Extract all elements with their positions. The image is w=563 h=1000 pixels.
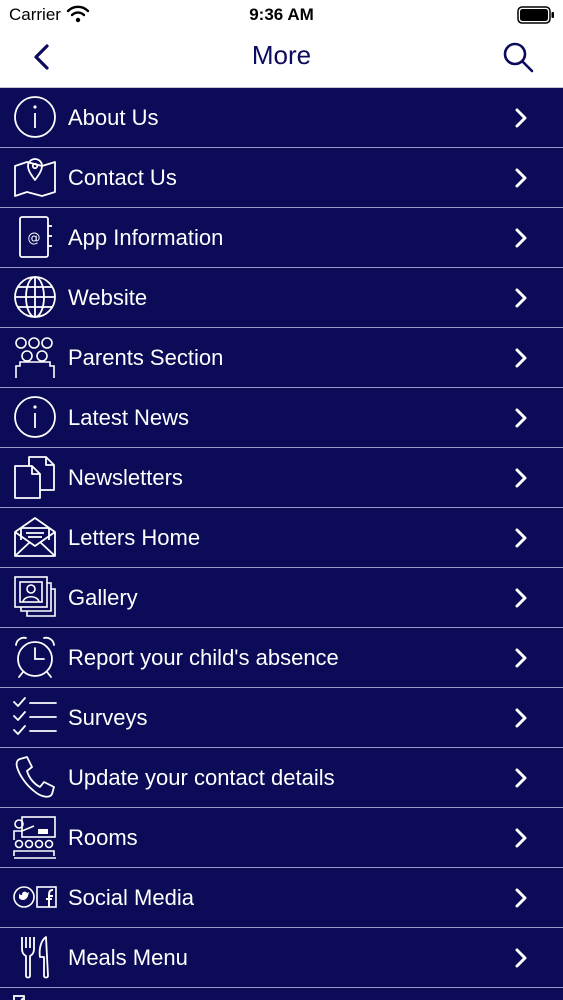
menu-item-parents-section[interactable]: Parents Section <box>0 328 563 388</box>
chevron-right-icon <box>513 827 529 849</box>
classroom-icon <box>12 814 58 860</box>
menu-item-label: Letters Home <box>68 525 201 550</box>
menu-item-about-us[interactable]: About Us <box>0 88 563 148</box>
chevron-right-icon <box>513 407 529 429</box>
menu-item-label: Parents Section <box>68 345 224 370</box>
menu-item-label: Rooms <box>68 825 138 850</box>
menu-item-label: Latest News <box>68 405 190 430</box>
checklist-icon <box>12 994 58 1000</box>
chevron-right-icon <box>513 767 529 789</box>
menu-item-letters-home[interactable]: Letters Home <box>0 508 563 568</box>
envelope-icon <box>12 514 58 560</box>
menu-item-meals-menu[interactable]: Meals Menu <box>0 928 563 988</box>
menu-item-label: Meals Menu <box>68 945 188 970</box>
chevron-right-icon <box>513 647 529 669</box>
menu-item-label: Newsletters <box>68 465 183 490</box>
menu-item-gallery[interactable]: Gallery <box>0 568 563 628</box>
checklist-icon <box>12 694 58 740</box>
menu-item-label: Gallery <box>68 585 138 610</box>
chevron-right-icon <box>513 887 529 909</box>
chevron-right-icon <box>513 947 529 969</box>
menu-item-update-contact-details[interactable]: Update your contact details <box>0 748 563 808</box>
chevron-right-icon <box>513 527 529 549</box>
page-title: More <box>251 40 312 70</box>
menu-item-rooms[interactable]: Rooms <box>0 808 563 868</box>
menu-list: About Us Contact Us @ App Information We… <box>0 88 563 1000</box>
chevron-right-icon <box>513 287 529 309</box>
chevron-right-icon <box>513 587 529 609</box>
menu-item-report-absence[interactable]: Report your child's absence <box>0 628 563 688</box>
chevron-right-icon <box>513 347 529 369</box>
globe-icon <box>12 274 58 320</box>
address-book-icon: @ <box>12 214 58 260</box>
documents-icon <box>12 454 58 500</box>
search-button[interactable] <box>501 40 535 74</box>
menu-item-label: Update your contact details <box>68 765 335 790</box>
chevron-right-icon <box>513 107 529 129</box>
info-icon <box>12 94 58 140</box>
svg-text:@: @ <box>28 231 41 246</box>
group-icon <box>12 334 58 380</box>
phone-icon <box>12 754 58 800</box>
menu-item-label: Surveys <box>68 705 148 730</box>
menu-item-label: Contact Us <box>68 165 177 190</box>
fork-knife-icon <box>12 934 58 980</box>
menu-item-label: Social Media <box>68 885 194 910</box>
menu-item-latest-news[interactable]: Latest News <box>0 388 563 448</box>
menu-item-app-information[interactable]: @ App Information <box>0 208 563 268</box>
clock: 9:36 AM <box>249 5 314 24</box>
menu-item-label: About Us <box>68 105 159 130</box>
menu-item-website[interactable]: Website <box>0 268 563 328</box>
alarm-clock-icon <box>12 634 58 680</box>
chevron-right-icon <box>513 707 529 729</box>
menu-item-social-media[interactable]: Social Media <box>0 868 563 928</box>
search-icon <box>503 42 534 73</box>
status-bar: Carrier 9:36 AM <box>0 0 563 30</box>
map-pin-icon <box>12 154 58 200</box>
chevron-right-icon <box>513 467 529 489</box>
menu-item-contact-us[interactable]: Contact Us <box>0 148 563 208</box>
chevron-right-icon <box>513 167 529 189</box>
navigation-bar: More <box>0 30 563 88</box>
menu-item-newsletters[interactable]: Newsletters <box>0 448 563 508</box>
photos-icon <box>12 574 58 620</box>
menu-item-partial[interactable] <box>0 988 563 1000</box>
menu-item-label: Website <box>68 285 148 310</box>
menu-item-surveys[interactable]: Surveys <box>0 688 563 748</box>
social-icon <box>12 874 58 920</box>
battery-icon <box>517 6 555 24</box>
menu-item-label: App Information <box>68 225 224 250</box>
info-icon <box>12 394 58 440</box>
chevron-right-icon <box>513 227 529 249</box>
menu-item-label: Report your child's absence <box>68 645 339 670</box>
